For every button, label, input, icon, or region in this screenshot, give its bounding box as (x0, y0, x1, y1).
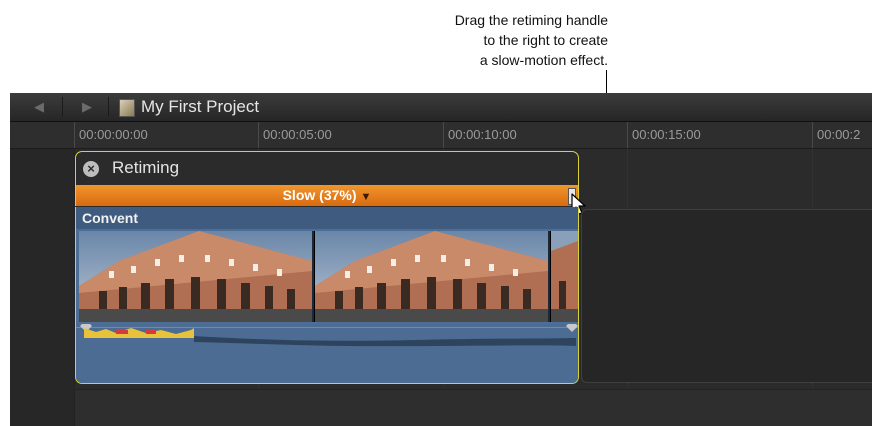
video-clip[interactable]: Convent (75, 207, 579, 384)
ruler-label: 00:00:15:00 (632, 127, 701, 142)
callout-line: to the right to create (483, 32, 608, 48)
project-title: My First Project (141, 97, 260, 116)
ruler-tick: 00:00:10:00 (443, 122, 517, 148)
ruler-label: 00:00:2 (817, 127, 861, 142)
clip-filmstrip (79, 231, 578, 322)
clip-thumbnail (79, 231, 314, 322)
disclosure-triangle-icon: ▼ (360, 191, 372, 203)
speed-popup[interactable]: Slow (37%) ▼ (76, 187, 578, 203)
clip-name-bar: Convent (76, 207, 578, 229)
project-icon (119, 99, 135, 117)
ruler-tick: 00:00:05:00 (258, 122, 332, 148)
timecode-ruler[interactable]: 00:00:00:00 00:00:05:00 00:00:10:00 00:0… (10, 122, 872, 149)
timeline-track-area[interactable]: × Retiming Slow (37%) ▼ Convent (10, 149, 872, 426)
retiming-title: Retiming (112, 158, 180, 177)
toolbar-divider (62, 97, 63, 117)
close-icon[interactable]: × (83, 161, 99, 177)
retiming-speed-bar[interactable]: Slow (37%) ▼ (75, 185, 579, 206)
callout-line: a slow-motion effect. (479, 52, 608, 68)
clip-thumbnail (315, 231, 550, 322)
ruler-label: 00:00:10:00 (448, 127, 517, 142)
ruler-label: 00:00:05:00 (263, 127, 332, 142)
timeline-toolbar: ◀ ▶ My First Project (10, 93, 872, 122)
ruler-label: 00:00:00:00 (79, 127, 148, 142)
ruler-tick: 00:00:15:00 (627, 122, 701, 148)
ruler-tick: 00:00:2 (812, 122, 860, 148)
toolbar-divider (108, 97, 109, 117)
lower-track-lane[interactable] (75, 389, 872, 426)
clip-name: Convent (82, 210, 138, 226)
audio-waveform (76, 324, 578, 383)
ruler-tick: 00:00:00:00 (74, 122, 148, 148)
track-gutter (10, 149, 75, 426)
clip-thumbnail (551, 231, 578, 322)
forward-arrow-icon[interactable]: ▶ (78, 99, 96, 115)
retiming-header: × Retiming (75, 151, 579, 185)
timeline-window: ◀ ▶ My First Project 00:00:00:00 00:00:0… (10, 93, 872, 426)
empty-track-region (581, 209, 872, 383)
back-arrow-icon[interactable]: ◀ (30, 99, 48, 115)
speed-label: Slow (37%) (282, 187, 357, 203)
callout-line: Drag the retiming handle (454, 12, 608, 28)
callout-text: Drag the retiming handle to the right to… (348, 10, 608, 70)
